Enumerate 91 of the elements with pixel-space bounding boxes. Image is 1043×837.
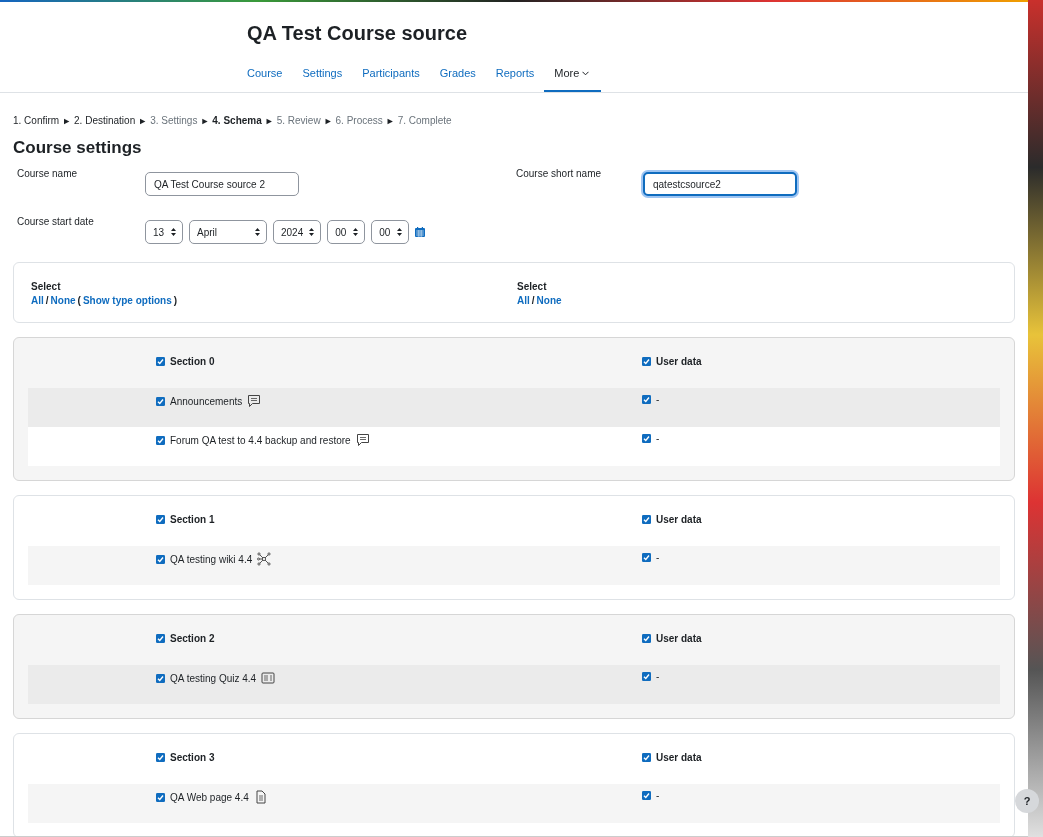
dropdown[interactable]: 00 (327, 220, 366, 244)
checkbox[interactable] (156, 357, 165, 366)
nav-tab[interactable]: Settings (292, 59, 353, 92)
select-label: Select (517, 281, 548, 292)
select-link[interactable]: Show type options (82, 295, 172, 306)
checkbox[interactable] (642, 791, 651, 800)
step-separator: ► (264, 115, 274, 126)
sort-arrows-icon (171, 228, 176, 236)
activity-name: QA testing wiki 4.4 (170, 553, 253, 565)
select-link[interactable]: All (517, 295, 530, 306)
field-label: Course name (17, 167, 79, 181)
activity-name: Forum QA test to 4.4 backup and restore (170, 434, 351, 446)
text-field[interactable]: QA Test Course source 2 (145, 172, 299, 196)
calendar-icon[interactable] (415, 227, 426, 237)
nav-tab[interactable]: Reports (485, 59, 545, 92)
step-label: 7. Complete (397, 115, 452, 126)
checkbox[interactable] (642, 395, 651, 404)
select-link[interactable]: None (536, 295, 562, 306)
user-data-value: - (656, 394, 660, 405)
nav-tab[interactable]: Grades (429, 59, 486, 92)
checklist-icon (261, 671, 276, 685)
caret-icon (582, 70, 590, 76)
dropdown[interactable]: April (189, 220, 267, 244)
checkbox[interactable] (156, 792, 165, 802)
checkbox[interactable] (156, 554, 165, 564)
checkbox[interactable] (642, 553, 651, 562)
field-label: Course start date (17, 215, 95, 229)
step-label: 4. Schema (212, 115, 262, 126)
nav-tab[interactable]: Course (247, 59, 293, 92)
activity-name: Announcements (170, 395, 243, 407)
user-data-value: - (656, 433, 660, 444)
checkbox[interactable] (642, 434, 651, 443)
help-button[interactable]: ? (1015, 789, 1039, 813)
checkbox[interactable] (156, 673, 165, 683)
network-nodes-icon (257, 552, 272, 566)
section-title: Section 2 (170, 633, 215, 644)
activity-name: QA Web page 4.4 (170, 791, 249, 803)
user-data-label: User data (656, 752, 702, 763)
select-link[interactable]: All (31, 295, 44, 306)
checkbox[interactable] (156, 515, 165, 524)
checkbox[interactable] (642, 753, 651, 762)
sort-arrows-icon (397, 228, 403, 236)
sort-arrows-icon (309, 228, 315, 236)
step-label: 2. Destination (74, 115, 136, 126)
step-separator: ► (138, 115, 148, 126)
checkbox[interactable] (642, 634, 651, 643)
checkbox[interactable] (156, 753, 165, 762)
user-data-value: - (656, 552, 660, 563)
nav-tab[interactable]: More (544, 59, 602, 92)
course-title: QA Test Course source (247, 21, 469, 45)
checkbox[interactable] (156, 634, 165, 643)
activity-name: QA testing Quiz 4.4 (170, 672, 257, 684)
separator-text: ( (77, 295, 81, 306)
checkbox[interactable] (642, 357, 651, 366)
nav-tab[interactable]: Participants (352, 59, 430, 92)
user-data-label: User data (656, 514, 702, 525)
step-separator: ► (200, 115, 210, 126)
user-data-label: User data (656, 633, 702, 644)
speech-bubble-icon (247, 394, 262, 408)
checkbox[interactable] (642, 672, 651, 681)
select-label: Select (31, 281, 62, 292)
user-data-value: - (656, 671, 660, 682)
section-title: Section 0 (170, 356, 215, 367)
section-title: Section 3 (170, 752, 215, 763)
field-label: Course short name (516, 167, 603, 181)
sort-arrows-icon (353, 228, 359, 236)
text-field[interactable]: qatestcsource2 (643, 172, 797, 196)
step-separator: ► (385, 115, 395, 126)
step-separator: ► (62, 115, 72, 126)
checkbox[interactable] (642, 515, 651, 524)
document-icon (253, 790, 268, 804)
user-data-value: - (656, 790, 660, 801)
step-label: 6. Process (335, 115, 383, 126)
select-link[interactable]: None (50, 295, 76, 306)
dropdown[interactable]: 00 (371, 220, 410, 244)
checkbox[interactable] (156, 396, 165, 406)
sort-arrows-icon (255, 228, 260, 236)
step-label: 3. Settings (150, 115, 198, 126)
dropdown[interactable]: 13 (145, 220, 183, 244)
checkbox[interactable] (156, 435, 165, 445)
dropdown[interactable]: 2024 (273, 220, 322, 244)
section-title: Section 1 (170, 514, 215, 525)
step-label: 1. Confirm (13, 115, 60, 126)
separator-text: ) (173, 295, 178, 306)
separator-text: / (45, 295, 49, 306)
user-data-label: User data (656, 356, 702, 367)
speech-bubble-icon (355, 433, 370, 447)
section-heading: Course settings (13, 138, 143, 158)
step-label: 5. Review (276, 115, 321, 126)
separator-text: / (531, 295, 535, 306)
step-separator: ► (323, 115, 333, 126)
